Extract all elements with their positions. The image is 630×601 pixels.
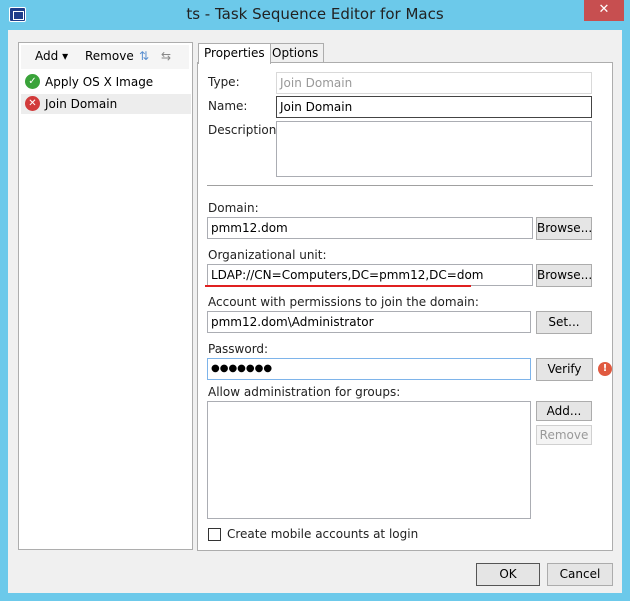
warning-icon: ! xyxy=(598,362,612,376)
success-icon: ✓ xyxy=(25,74,40,89)
app-icon xyxy=(9,7,26,22)
ou-input[interactable]: LDAP://CN=Computers,DC=pmm12,DC=dom xyxy=(207,264,533,286)
close-button[interactable]: ✕ xyxy=(584,0,624,21)
ou-browse-button[interactable]: Browse... xyxy=(536,264,592,287)
name-input[interactable]: Join Domain xyxy=(276,96,592,118)
add-menu-button[interactable]: Add ▾ xyxy=(35,49,68,63)
remove-button[interactable]: Remove xyxy=(85,49,134,63)
domain-label: Domain: xyxy=(208,201,259,215)
name-label: Name: xyxy=(208,99,248,113)
add-label: Add xyxy=(35,49,59,63)
step-label: Apply OS X Image xyxy=(45,75,154,89)
remove-group-button[interactable]: Remove xyxy=(536,425,592,445)
step-item-join-domain[interactable]: ✕ Join Domain xyxy=(21,94,191,114)
properties-panel: Type: Join Domain Name: Join Domain Desc… xyxy=(197,62,613,551)
ou-label: Organizational unit: xyxy=(208,248,327,262)
password-input[interactable]: ●●●●●●● xyxy=(207,358,531,380)
password-label: Password: xyxy=(208,342,269,356)
client-area: Add ▾ Remove ⇅ ⇆ ✓ Apply OS X Image ✕ Jo… xyxy=(8,30,622,593)
move-up-icon[interactable]: ⇅ xyxy=(139,49,149,63)
account-input[interactable]: pmm12.dom\Administrator xyxy=(207,311,531,333)
move-down-icon[interactable]: ⇆ xyxy=(161,49,171,63)
mobile-accounts-label: Create mobile accounts at login xyxy=(227,527,419,541)
set-account-button[interactable]: Set... xyxy=(536,311,592,334)
window-title: ts - Task Sequence Editor for Macs xyxy=(186,5,444,23)
mobile-accounts-checkbox[interactable] xyxy=(208,528,221,541)
chevron-down-icon: ▾ xyxy=(62,49,69,63)
domain-input[interactable]: pmm12.dom xyxy=(207,217,533,239)
add-group-button[interactable]: Add... xyxy=(536,401,592,421)
divider xyxy=(207,185,593,186)
type-label: Type: xyxy=(208,75,240,89)
description-label: Description: xyxy=(208,123,281,137)
toolbar: Add ▾ Remove ⇅ ⇆ xyxy=(21,45,189,69)
account-label: Account with permissions to join the dom… xyxy=(208,295,479,309)
groups-list[interactable] xyxy=(207,401,531,519)
description-input[interactable] xyxy=(276,121,592,177)
cancel-button[interactable]: Cancel xyxy=(547,563,613,586)
tab-properties[interactable]: Properties xyxy=(198,43,271,64)
step-label: Join Domain xyxy=(45,97,118,111)
error-underline xyxy=(205,285,471,287)
step-list-pane: Add ▾ Remove ⇅ ⇆ ✓ Apply OS X Image ✕ Jo… xyxy=(18,42,193,550)
ok-button[interactable]: OK xyxy=(476,563,540,586)
type-field: Join Domain xyxy=(276,72,592,94)
domain-browse-button[interactable]: Browse... xyxy=(536,217,592,240)
title-bar: ts - Task Sequence Editor for Macs ✕ xyxy=(0,0,630,30)
verify-button[interactable]: Verify xyxy=(536,358,593,381)
groups-label: Allow administration for groups: xyxy=(208,385,401,399)
step-item-apply-os-x-image[interactable]: ✓ Apply OS X Image xyxy=(21,72,191,92)
error-icon: ✕ xyxy=(25,96,40,111)
window: ts - Task Sequence Editor for Macs ✕ Add… xyxy=(0,0,630,601)
tab-options[interactable]: Options xyxy=(266,43,325,63)
